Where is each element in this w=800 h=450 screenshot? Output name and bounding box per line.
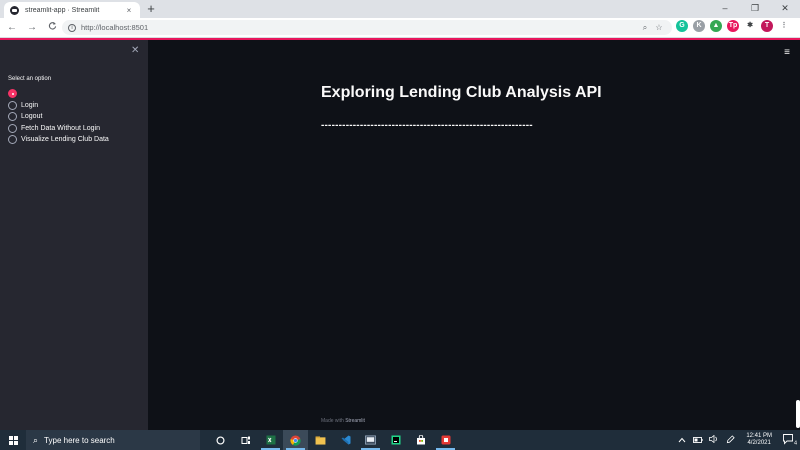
pen-icon <box>726 434 735 443</box>
tab-close-icon[interactable]: × <box>124 6 134 15</box>
radio-unselected-icon[interactable] <box>8 100 17 110</box>
radio-option[interactable]: Logout <box>8 111 109 123</box>
reload-button[interactable] <box>44 20 60 36</box>
windows-taskbar: ⌕ Type here to search 12:41 PM 4/2/2021 … <box>0 430 800 450</box>
dashed-divider: ----------------------------------------… <box>321 120 533 131</box>
more-menu-icon[interactable]: ⋮ <box>778 20 790 32</box>
radio-option[interactable]: Fetch Data Without Login <box>8 123 109 135</box>
k-extension-icon[interactable]: K <box>693 20 705 32</box>
bookmark-star-icon[interactable]: ☆ <box>652 23 666 32</box>
task-view-glyph-icon <box>241 436 250 444</box>
forward-button[interactable]: → <box>24 20 40 36</box>
taskbar-search[interactable]: ⌕ Type here to search <box>26 430 200 450</box>
footer: Made with Streamlit <box>321 418 365 424</box>
pen-workspace-icon[interactable] <box>722 434 738 446</box>
minimize-button[interactable]: – <box>710 0 740 16</box>
browser-tab[interactable]: streamlit-app · Streamlit × <box>4 2 140 18</box>
sidebar: ✕ Select an option Login Logout Fetch Data… <box>0 40 148 430</box>
notification-icon: 4 <box>783 434 797 447</box>
spreadsheet-icon <box>266 435 275 445</box>
show-hidden-icons[interactable] <box>674 436 690 445</box>
radio-selected-icon[interactable] <box>8 89 17 99</box>
back-button[interactable]: ← <box>4 20 20 36</box>
radio-option-label: Login <box>21 101 39 109</box>
vscode-app-icon[interactable] <box>333 430 358 450</box>
radio-unselected-icon[interactable] <box>8 135 17 145</box>
radio-option[interactable]: Visualize Lending Club Data <box>8 134 109 146</box>
chevron-up-icon <box>678 437 686 442</box>
browser-tab-strip: streamlit-app · Streamlit × + – ❐ ✕ <box>0 0 800 18</box>
zoom-icon[interactable]: ⌕ <box>638 23 652 33</box>
radio-option-label: Visualize Lending Club Data <box>21 136 109 144</box>
cortana-icon[interactable] <box>208 430 233 450</box>
radio-option[interactable] <box>8 88 109 100</box>
profile-avatar[interactable]: T <box>761 20 773 32</box>
radio-option-label: Logout <box>21 113 43 121</box>
taskbar-apps <box>208 430 458 450</box>
window-controls: – ❐ ✕ <box>710 0 800 16</box>
site-info-icon[interactable]: i <box>68 23 76 32</box>
tab-title: streamlit-app · Streamlit <box>25 6 100 14</box>
sidebar-close-icon[interactable]: ✕ <box>131 45 139 56</box>
maximize-button[interactable]: ❐ <box>740 0 770 16</box>
shopping-bag-icon <box>416 435 425 445</box>
url-text[interactable]: http://localhost:8501 <box>81 23 638 32</box>
streamlit-link[interactable]: Streamlit <box>345 418 365 424</box>
pycharm-app-icon[interactable] <box>383 430 408 450</box>
file-explorer-icon[interactable] <box>308 430 333 450</box>
system-clock[interactable]: 12:41 PM 4/2/2021 <box>746 433 772 447</box>
radio-option[interactable]: Login <box>8 100 109 112</box>
cortana-circle-icon <box>216 435 225 445</box>
new-tab-button[interactable]: + <box>144 1 158 16</box>
clock-time: 12:41 PM <box>746 433 772 439</box>
radio-group-label: Select an option <box>8 76 52 82</box>
windows-logo-icon <box>8 435 18 445</box>
browser-toolbar: ← → i http://localhost:8501 ⌕ ☆ G K ▲ Tp ✱ T ⋮ <box>0 18 800 38</box>
ide-icon <box>391 435 400 445</box>
chrome-app-icon[interactable] <box>283 430 308 450</box>
puzzle-icon[interactable]: ✱ <box>744 20 756 32</box>
terminal-icon <box>365 435 376 445</box>
battery-icon[interactable] <box>690 436 706 445</box>
volume-icon[interactable] <box>706 434 722 445</box>
notification-count: 4 <box>794 441 797 446</box>
battery-glyph-icon <box>693 436 703 443</box>
footer-prefix: Made with <box>321 418 346 424</box>
chrome-icon <box>290 434 301 446</box>
task-view-icon[interactable] <box>233 430 258 450</box>
notification-center-button[interactable]: 4 <box>780 433 800 447</box>
code-editor-icon <box>341 435 350 445</box>
search-placeholder: Type here to search <box>44 435 115 445</box>
speaker-icon <box>709 434 718 444</box>
radio-unselected-icon[interactable] <box>8 112 17 122</box>
recorder-icon <box>441 435 450 445</box>
address-bar[interactable]: i http://localhost:8501 ⌕ ☆ <box>62 20 672 35</box>
store-app-icon[interactable] <box>408 430 433 450</box>
close-window-button[interactable]: ✕ <box>770 0 800 16</box>
extension-toolbar: G K ▲ Tp ✱ T ⋮ <box>676 20 795 32</box>
radio-unselected-icon[interactable] <box>8 123 17 133</box>
start-button[interactable] <box>0 430 26 450</box>
main-content: ≡ Exploring Lending Club Analysis API --… <box>148 40 800 430</box>
red-app-icon[interactable] <box>433 430 458 450</box>
reload-icon <box>48 21 56 30</box>
scrollbar-thumb[interactable] <box>796 400 800 428</box>
radio-option-label: Fetch Data Without Login <box>21 124 100 132</box>
option-radio-group: Login Logout Fetch Data Without Login Visua… <box>8 88 109 146</box>
python-app-icon[interactable] <box>358 430 383 450</box>
page-title: Exploring Lending Club Analysis API <box>321 84 602 101</box>
tp-extension-icon[interactable]: Tp <box>727 20 739 32</box>
clock-date: 4/2/2021 <box>747 440 771 446</box>
search-icon: ⌕ <box>33 434 39 445</box>
excel-app-icon[interactable] <box>258 430 283 450</box>
folder-icon <box>315 435 326 445</box>
grammarly-icon[interactable]: G <box>676 20 688 32</box>
streamlit-favicon-icon <box>10 5 19 15</box>
google-drive-icon[interactable]: ▲ <box>710 20 722 32</box>
hamburger-menu-icon[interactable]: ≡ <box>784 47 790 58</box>
system-tray: 12:41 PM 4/2/2021 4 <box>674 430 800 450</box>
